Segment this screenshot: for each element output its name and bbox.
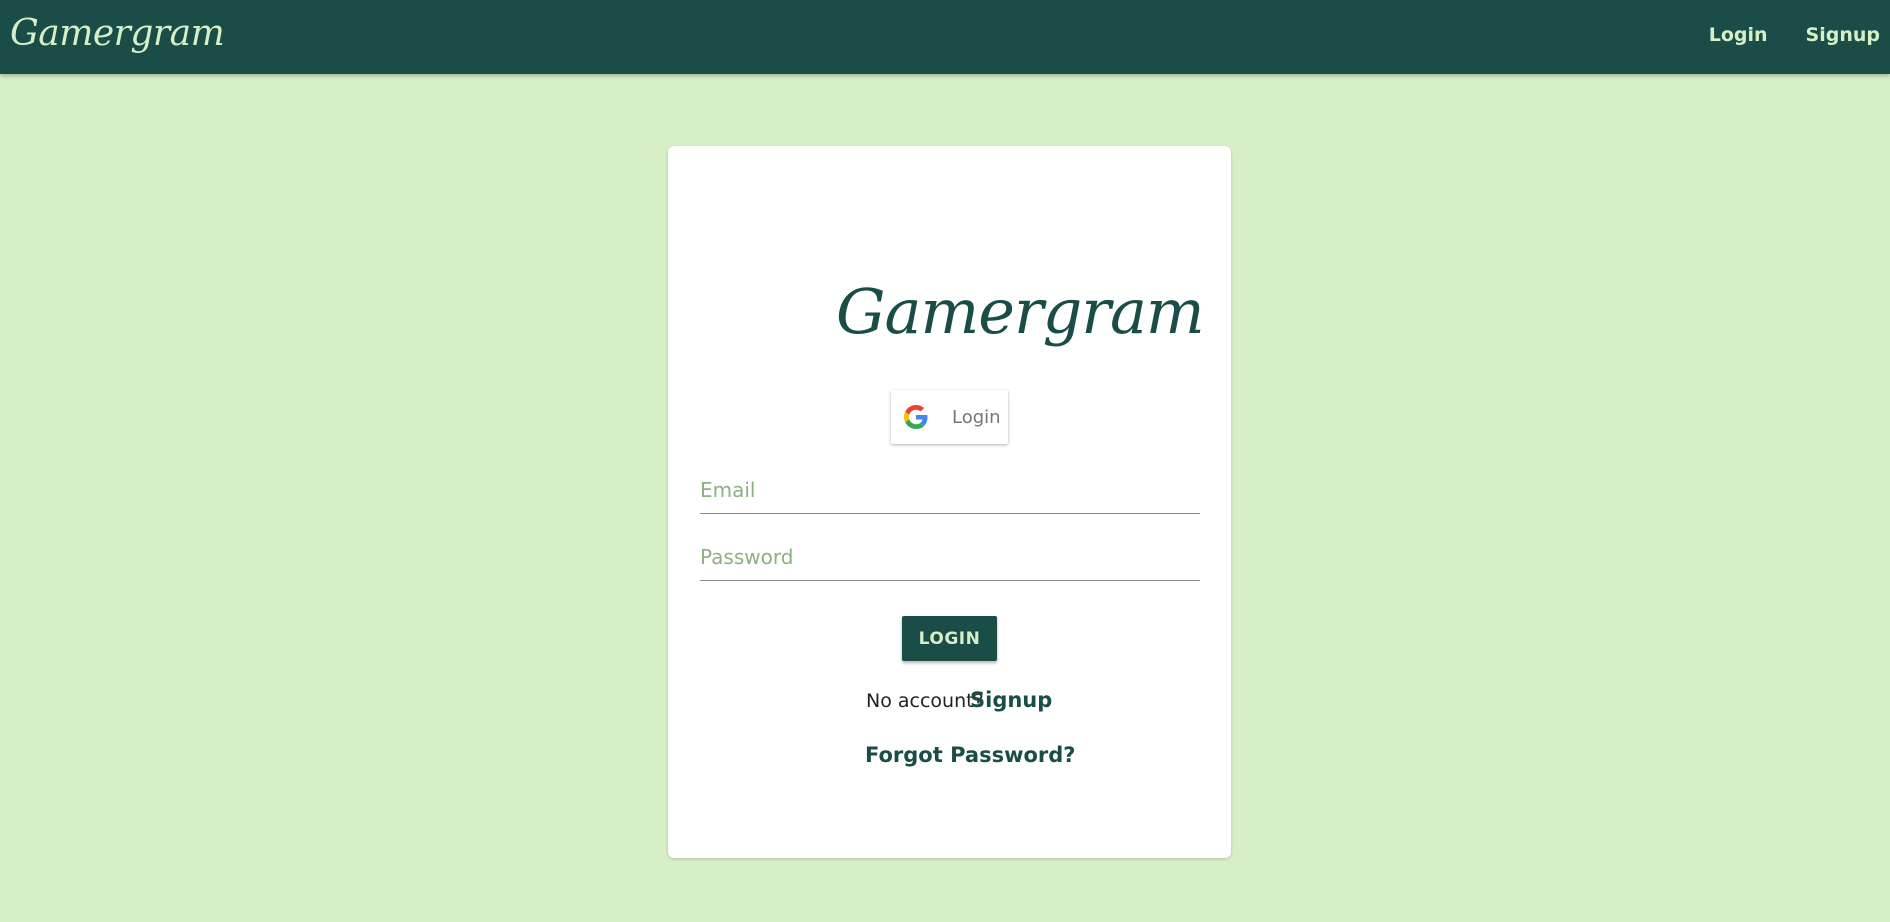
login-button[interactable]: LOGIN (902, 616, 997, 661)
signup-link[interactable]: Signup (970, 688, 1052, 712)
email-field[interactable] (700, 466, 1200, 514)
card-logo: Gamergram (836, 275, 1205, 348)
password-field[interactable] (700, 533, 1200, 581)
google-login-label: Login (952, 406, 1001, 428)
forgot-password-link[interactable]: Forgot Password? (865, 743, 1075, 767)
no-account-text: No account? (866, 690, 984, 712)
nav-login-link[interactable]: Login (1699, 24, 1778, 46)
nav-signup-link[interactable]: Signup (1796, 24, 1890, 46)
nav-links: Login Signup (1681, 0, 1890, 70)
brand-logo[interactable]: Gamergram (10, 12, 225, 56)
top-navbar: Gamergram Login Signup (0, 0, 1890, 74)
google-icon (904, 405, 928, 429)
google-login-button[interactable]: Login (891, 390, 1008, 444)
